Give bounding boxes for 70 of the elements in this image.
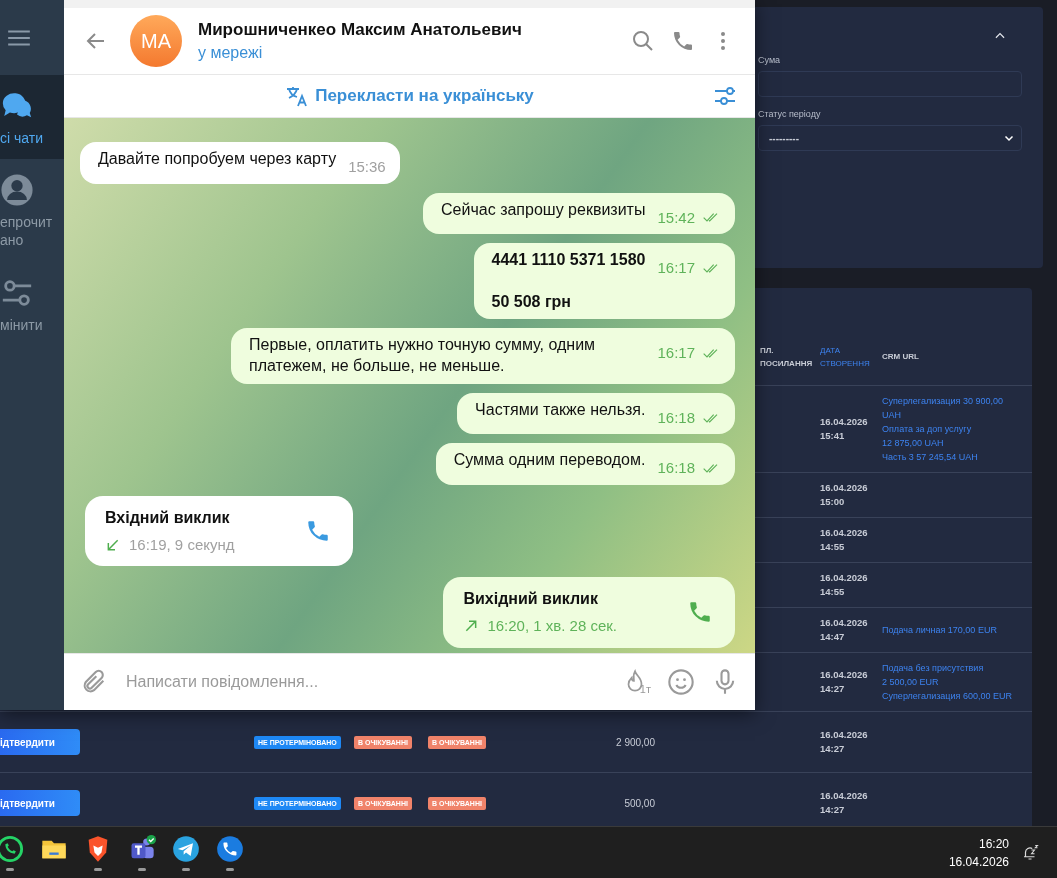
- crm-link[interactable]: Подача без присутствия: [882, 661, 1032, 675]
- crm-link[interactable]: 2 500,00 EUR: [882, 675, 1032, 689]
- clock[interactable]: 16:20 16.04.2026: [948, 834, 1009, 871]
- crm-link[interactable]: Суперлегализация 30 900,00: [882, 394, 1032, 408]
- paper-plane-icon: [172, 834, 200, 863]
- phone-icon: [216, 834, 244, 863]
- time-text: 14:27: [820, 682, 846, 696]
- date-text: 16.04.2026: [820, 728, 869, 742]
- confirm-button[interactable]: ідтвердити: [0, 729, 80, 755]
- message-time: 15:42: [657, 207, 695, 227]
- search-icon[interactable]: [631, 29, 655, 53]
- date-text: 16.04.2026: [820, 415, 869, 429]
- time-text: 14:47: [820, 630, 846, 644]
- message-text: Давайте попробуем через карту: [98, 150, 337, 167]
- date-text: 16.04.2026: [820, 571, 869, 585]
- date-text: 16.04.2026: [820, 789, 869, 803]
- sliders-icon[interactable]: [713, 84, 737, 108]
- field-label: Сума: [758, 55, 782, 65]
- message-text: Сейчас запрошу реквизиты: [441, 200, 646, 218]
- time-text: 15:00: [820, 495, 846, 509]
- message-field[interactable]: Написати повідомлення...: [124, 672, 606, 692]
- time-text: 15:41: [820, 429, 846, 443]
- input-field[interactable]: [758, 71, 1022, 97]
- crm-link[interactable]: Часть 3 57 245,54 UAH: [882, 450, 1032, 464]
- message-time: 15:36: [348, 157, 386, 177]
- time-text: 14:55: [820, 585, 846, 599]
- message-time: 16:18: [657, 458, 695, 478]
- amount-cell-text: 2 900,00: [615, 736, 656, 748]
- crm-link[interactable]: 12 875,00 UAH: [882, 436, 1032, 450]
- folder-tab[interactable]: сі чати: [0, 75, 64, 160]
- select-field[interactable]: ---------: [758, 125, 1022, 151]
- bell-icon[interactable]: [1021, 843, 1039, 862]
- date-text: 16.04.2026: [820, 481, 869, 495]
- crm-link[interactable]: Оплата за доп услугу: [882, 422, 1032, 436]
- time-text: 14:27: [820, 803, 846, 817]
- message-time: 16:17: [657, 258, 695, 278]
- phone-icon[interactable]: [671, 29, 695, 53]
- message-time: 16:17: [657, 343, 695, 363]
- message-text: Первые, оплатить нужно точную сумму, одним платежем, не больше, не меньше.: [249, 336, 597, 375]
- contact-name: Мирошниченкео Максим Анатольевич: [198, 20, 523, 40]
- crm-link[interactable]: Подача личная 170,00 EUR: [882, 623, 1032, 637]
- call-detail: 16:20, 1 хв. 28 сек.: [487, 616, 617, 636]
- confirm-button[interactable]: ідтвердити: [0, 790, 80, 816]
- date-text: 16.04.2026: [820, 526, 869, 540]
- date-text: 16.04.2026: [820, 616, 869, 630]
- timer-label: 1т: [639, 683, 651, 695]
- column-header[interactable]: ДАТА СТВОРЕННЯ: [820, 344, 882, 371]
- column-header[interactable]: CRM URL: [882, 351, 1032, 364]
- crm-link[interactable]: UAH: [882, 408, 1032, 422]
- folder-tab[interactable]: мінити: [0, 261, 64, 346]
- call-detail: 16:19, 9 секунд: [129, 534, 235, 555]
- message-text: Частями также нельзя.: [475, 401, 646, 418]
- translate-icon: [285, 84, 310, 108]
- folder-tab[interactable]: епрочитано: [0, 159, 64, 262]
- message-text: 4441 1110 5371 1580 50 508 грн: [491, 251, 646, 310]
- amount-cell-text: 500,00: [623, 797, 656, 809]
- time-text: 14:27: [820, 742, 846, 756]
- call-title: Вихідний виклик: [463, 589, 599, 610]
- emoji-icon[interactable]: [667, 668, 695, 696]
- translate-button[interactable]: Перекласти на українську: [285, 84, 534, 108]
- crm-link[interactable]: Суперлегализация 600,00 EUR: [882, 689, 1032, 703]
- column-header[interactable]: ПЛ. ПОСИЛАННЯ: [760, 344, 820, 371]
- date-text: 16.04.2026: [820, 668, 869, 682]
- avatar: MA: [130, 15, 182, 67]
- time-text: 14:55: [820, 540, 846, 554]
- message-text: Сумма одним переводом.: [453, 451, 646, 469]
- message-time: 16:18: [657, 408, 695, 428]
- contact-status: у мережі: [198, 44, 264, 62]
- call-title: Вхідний виклик: [105, 508, 231, 528]
- field-label: Статус періоду: [758, 109, 822, 119]
